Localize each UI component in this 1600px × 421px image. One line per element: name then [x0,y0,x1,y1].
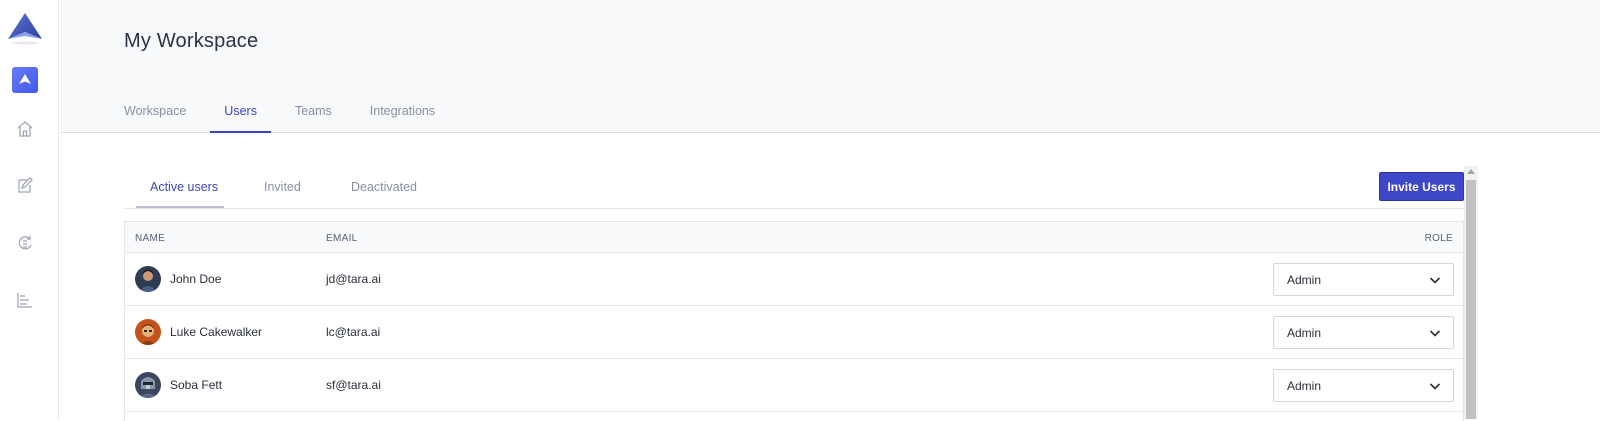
page-title: My Workspace [124,30,259,52]
user-status-tabs: Active users Invited Deactivated Invite … [124,166,1464,209]
gantt-icon[interactable] [15,290,35,310]
users-table: NAME EMAIL ROLE John Doe jd@tara.ai Admi… [124,221,1464,421]
active-subtab-indicator [136,206,224,208]
table-header: NAME EMAIL ROLE [125,222,1463,253]
user-name: John Doe [170,272,222,286]
users-panel: Active users Invited Deactivated Invite … [124,166,1464,421]
sidebar [0,0,59,419]
logo-icon[interactable] [6,12,44,46]
sync-icon[interactable] [15,233,35,253]
tab-teams[interactable]: Teams [295,104,332,131]
role-value: Admin [1287,273,1322,287]
user-email: jd@tara.ai [326,272,381,286]
role-select[interactable]: Admin [1273,316,1454,349]
role-value: Admin [1287,326,1322,340]
chevron-down-icon [1429,383,1441,390]
subtab-active-users[interactable]: Active users [150,180,218,194]
subtab-invited[interactable]: Invited [264,180,301,194]
chevron-down-icon [1429,330,1441,337]
column-header-name[interactable]: NAME [135,233,165,244]
chevron-down-icon [1429,277,1441,284]
user-email: sf@tara.ai [326,378,381,392]
tab-integrations[interactable]: Integrations [370,104,435,131]
table-row: John Doe jd@tara.ai Admin [125,253,1463,306]
workspace-header: My Workspace Workspace Users Teams Integ… [60,0,1600,133]
column-header-role[interactable]: ROLE [1425,233,1453,244]
edit-icon[interactable] [15,175,35,195]
home-icon[interactable] [15,119,35,139]
role-select[interactable]: Admin [1273,263,1454,296]
tab-workspace[interactable]: Workspace [124,104,186,131]
user-email: lc@tara.ai [326,325,381,339]
user-name: Luke Cakewalker [170,325,263,339]
table-row: Soba Fett sf@tara.ai Admin [125,359,1463,412]
avatar [135,319,161,345]
workspace-tabs: Workspace Users Teams Integrations [124,104,473,133]
scroll-up-arrow-icon[interactable] [1467,169,1475,174]
avatar [135,266,161,292]
table-row: Luke Cakewalker lc@tara.ai Admin [125,306,1463,359]
scrollbar[interactable] [1464,166,1478,419]
role-value: Admin [1287,379,1322,393]
avatar [135,372,161,398]
subtab-deactivated[interactable]: Deactivated [351,180,417,194]
role-select[interactable]: Admin [1273,369,1454,402]
user-name: Soba Fett [170,378,223,392]
column-header-email[interactable]: EMAIL [326,233,358,244]
invite-users-button[interactable]: Invite Users [1379,172,1464,201]
scrollbar-thumb[interactable] [1466,180,1476,419]
app-switcher-icon[interactable] [12,67,38,93]
tab-users[interactable]: Users [210,104,271,133]
